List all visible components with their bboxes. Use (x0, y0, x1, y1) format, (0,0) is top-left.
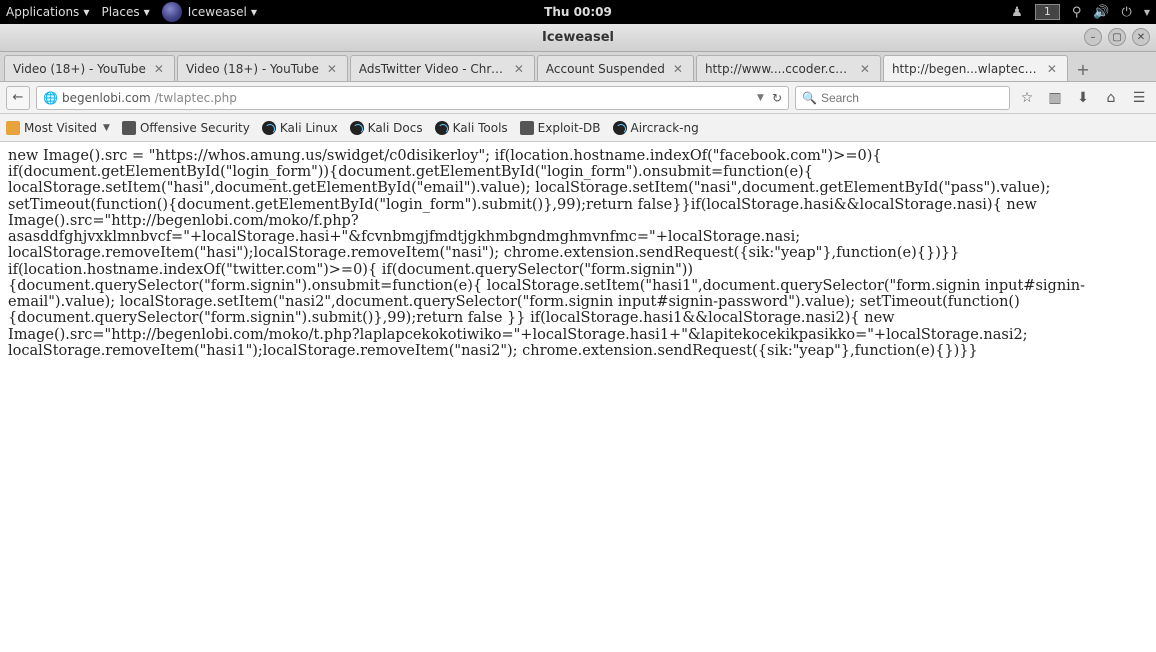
search-input[interactable] (821, 91, 1003, 105)
browser-tab-active[interactable]: http://begen...wlaptec.php ✕ (883, 55, 1068, 81)
chevron-down-icon: ▼ (251, 8, 257, 17)
url-host: begenlobi.com (62, 91, 151, 105)
bookmark-label: Offensive Security (140, 121, 250, 135)
bookmark-star-icon[interactable]: ☆ (1016, 87, 1038, 109)
home-icon[interactable]: ⌂ (1100, 87, 1122, 109)
panel-right-group: ♟ 1 ⚲ 🔊 ⏻ ▼ (612, 4, 1150, 20)
volume-icon[interactable]: 🔊 (1093, 5, 1109, 20)
bookmark-label: Aircrack-ng (631, 121, 699, 135)
bookmark-label: Kali Docs (368, 121, 423, 135)
bookmark-exploit-db[interactable]: Exploit-DB (520, 121, 601, 135)
panel-left-group: Applications ▼ Places ▼ Iceweasel ▼ (6, 2, 544, 22)
window-titlebar: Iceweasel – ▢ ✕ (0, 24, 1156, 52)
tab-close-icon[interactable]: ✕ (1045, 62, 1059, 76)
applications-menu[interactable]: Applications ▼ (6, 5, 89, 19)
bookmark-label: Most Visited (24, 121, 97, 135)
bookmark-most-visited[interactable]: Most Visited ▼ (6, 121, 110, 135)
hamburger-menu-icon[interactable]: ☰ (1128, 87, 1150, 109)
places-label: Places (101, 5, 139, 19)
back-button[interactable]: ← (6, 86, 30, 110)
bookmark-offensive-security[interactable]: Offensive Security (122, 121, 250, 135)
window-close-button[interactable]: ✕ (1132, 28, 1150, 46)
active-app-menu[interactable]: Iceweasel ▼ (162, 2, 257, 22)
workspace-indicator[interactable]: 1 (1035, 4, 1060, 20)
kali-icon (262, 121, 276, 135)
tab-label: Video (18+) - YouTube (13, 62, 146, 76)
reading-list-icon[interactable]: ▥ (1044, 87, 1066, 109)
chevron-down-icon[interactable]: ▼ (1144, 8, 1150, 17)
recorder-icon[interactable]: ♟ (1011, 5, 1023, 20)
page-body-text: new Image().src = "https://whos.amung.us… (0, 142, 1156, 365)
kali-icon (435, 121, 449, 135)
window-minimize-button[interactable]: – (1084, 28, 1102, 46)
browser-tab[interactable]: Video (18+) - YouTube ✕ (4, 55, 175, 81)
url-path: /twlaptec.php (155, 91, 237, 105)
bookmark-kali-docs[interactable]: Kali Docs (350, 121, 423, 135)
tab-close-icon[interactable]: ✕ (325, 62, 339, 76)
kali-icon (613, 121, 627, 135)
browser-nav-toolbar: ← 🌐 begenlobi.com/twlaptec.php ▼ ↻ 🔍 ☆ ▥… (0, 82, 1156, 114)
bookmark-kali-tools[interactable]: Kali Tools (435, 121, 508, 135)
bookmark-label: Kali Linux (280, 121, 338, 135)
browser-tab[interactable]: AdsTwitter Video - Chro... ✕ (350, 55, 535, 81)
places-menu[interactable]: Places ▼ (101, 5, 149, 19)
reload-icon[interactable]: ↻ (772, 91, 782, 105)
downloads-icon[interactable]: ⬇ (1072, 87, 1094, 109)
bookmarks-toolbar: Most Visited ▼ Offensive Security Kali L… (0, 114, 1156, 142)
accessibility-icon[interactable]: ⚲ (1072, 5, 1082, 20)
tab-close-icon[interactable]: ✕ (152, 62, 166, 76)
window-maximize-button[interactable]: ▢ (1108, 28, 1126, 46)
active-app-label: Iceweasel (188, 5, 247, 19)
site-icon (122, 121, 136, 135)
search-icon: 🔍 (802, 91, 817, 105)
search-bar[interactable]: 🔍 (795, 86, 1010, 110)
site-icon (520, 121, 534, 135)
tab-close-icon[interactable]: ✕ (671, 62, 685, 76)
tab-close-icon[interactable]: ✕ (858, 62, 872, 76)
browser-tab[interactable]: Account Suspended ✕ (537, 55, 694, 81)
globe-icon: 🌐 (43, 91, 58, 105)
url-bar[interactable]: 🌐 begenlobi.com/twlaptec.php ▼ ↻ (36, 86, 789, 110)
tab-close-icon[interactable]: ✕ (512, 62, 526, 76)
bookmark-aircrack-ng[interactable]: Aircrack-ng (613, 121, 699, 135)
browser-tab[interactable]: http://www....ccoder.com/ ✕ (696, 55, 881, 81)
tab-label: Video (18+) - YouTube (186, 62, 319, 76)
window-buttons: – ▢ ✕ (1084, 28, 1150, 46)
browser-tab-bar: Video (18+) - YouTube ✕ Video (18+) - Yo… (0, 52, 1156, 82)
desktop-top-panel: Applications ▼ Places ▼ Iceweasel ▼ Thu … (0, 0, 1156, 24)
tab-label: AdsTwitter Video - Chro... (359, 62, 506, 76)
folder-icon (6, 121, 20, 135)
bookmark-label: Exploit-DB (538, 121, 601, 135)
chevron-down-icon: ▼ (83, 8, 89, 17)
tab-label: http://begen...wlaptec.php (892, 62, 1039, 76)
bookmark-kali-linux[interactable]: Kali Linux (262, 121, 338, 135)
power-icon[interactable]: ⏻ (1122, 5, 1132, 20)
url-history-dropdown-icon[interactable]: ▼ (757, 93, 764, 103)
window-title-text: Iceweasel (542, 30, 614, 45)
new-tab-button[interactable]: + (1070, 57, 1096, 81)
chevron-down-icon: ▼ (144, 8, 150, 17)
arrow-left-icon: ← (13, 90, 24, 105)
chevron-down-icon: ▼ (103, 123, 110, 133)
kali-icon (350, 121, 364, 135)
bookmark-label: Kali Tools (453, 121, 508, 135)
iceweasel-app-icon (162, 2, 182, 22)
tab-label: Account Suspended (546, 62, 665, 76)
applications-label: Applications (6, 5, 79, 19)
browser-tab[interactable]: Video (18+) - YouTube ✕ (177, 55, 348, 81)
tab-label: http://www....ccoder.com/ (705, 62, 852, 76)
panel-clock[interactable]: Thu 00:09 (544, 5, 612, 19)
